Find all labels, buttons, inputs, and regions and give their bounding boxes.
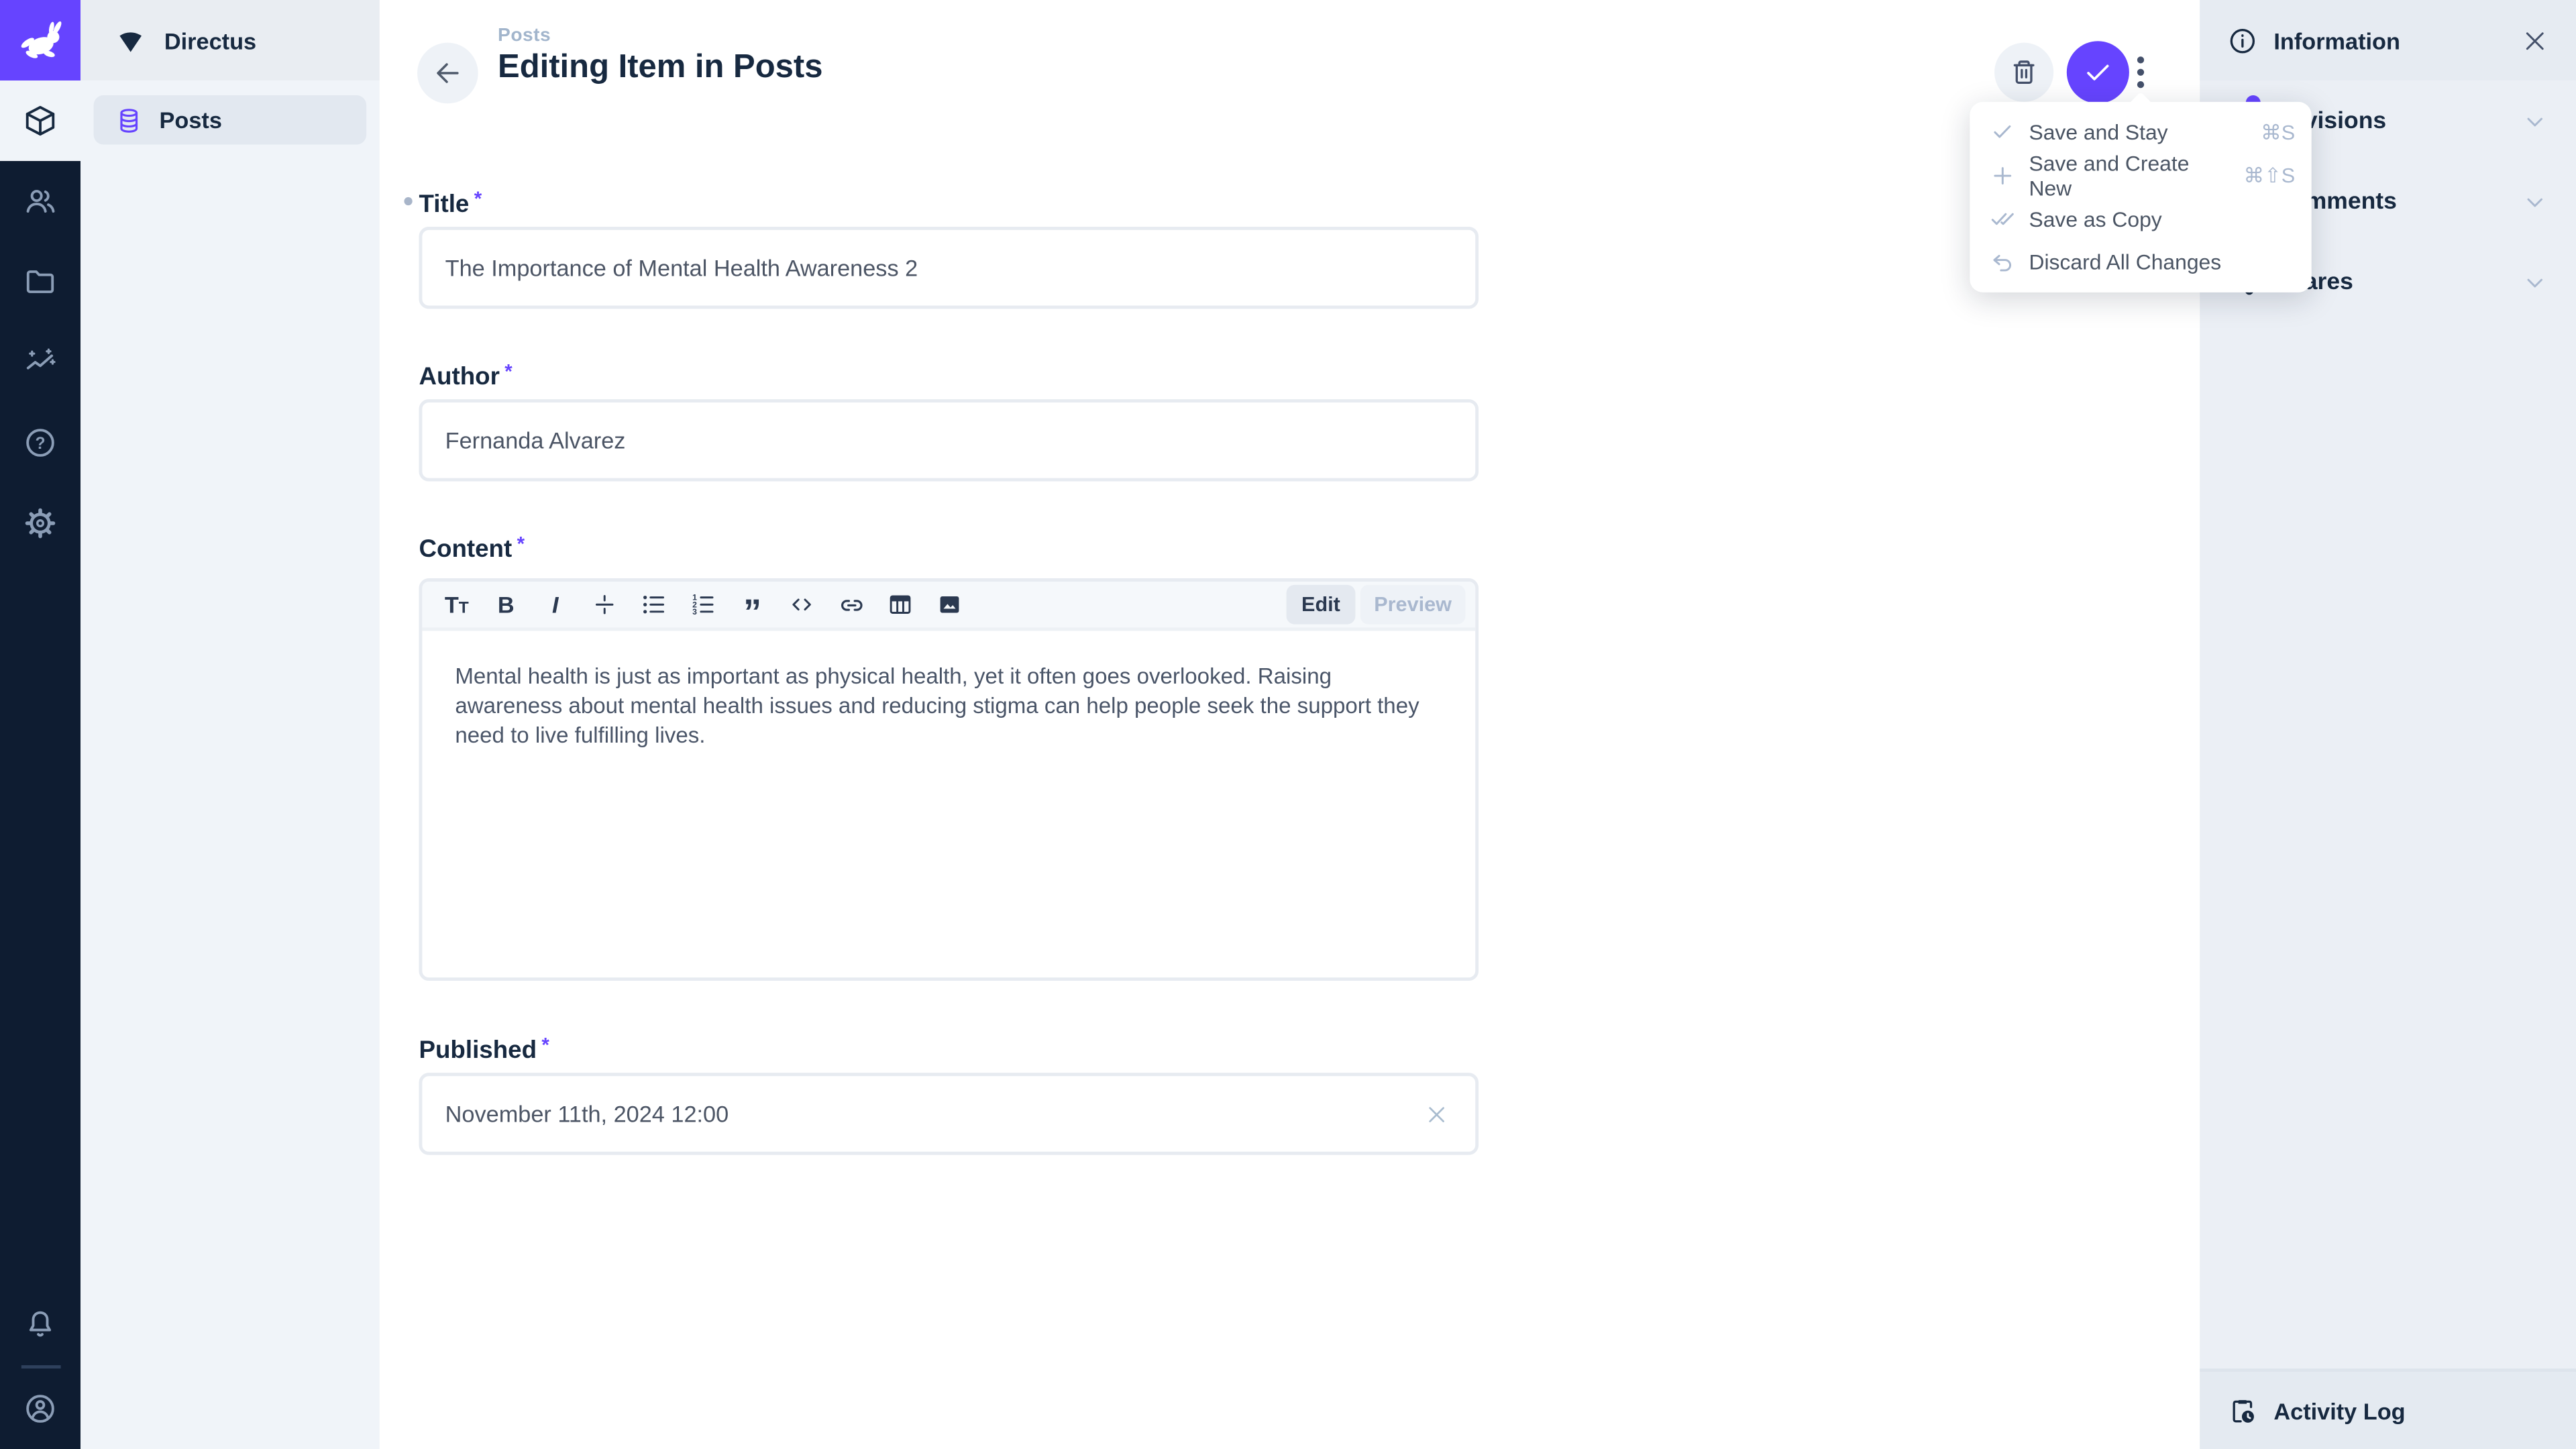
arrow-left-icon — [432, 58, 464, 89]
table-icon[interactable] — [875, 582, 924, 628]
title-field-label: Title* — [419, 187, 482, 219]
project-chooser[interactable]: Directus — [80, 0, 380, 80]
markdown-editor: TT B I 123 ” — [419, 578, 1479, 981]
bell-icon — [23, 1307, 57, 1342]
sidebar-title: Information — [2273, 27, 2400, 53]
people-icon — [23, 184, 57, 218]
activity-log-label: Activity Log — [2273, 1397, 2405, 1424]
link-icon[interactable] — [826, 582, 875, 628]
bold-icon[interactable]: B — [482, 582, 531, 628]
tab-edit[interactable]: Edit — [1287, 585, 1356, 625]
bullet-list-icon[interactable] — [629, 582, 678, 628]
signal-fan-icon — [115, 25, 146, 56]
field-edited-dot — [404, 197, 412, 205]
more-options-button[interactable] — [2123, 48, 2159, 97]
menu-item-save-and-stay[interactable]: Save and Stay ⌘S — [1970, 110, 2311, 154]
module-docs[interactable]: ? — [0, 402, 80, 483]
nav-sidebar: Directus Posts — [80, 0, 380, 1449]
account-button[interactable] — [0, 1368, 80, 1449]
required-asterisk: * — [541, 1033, 549, 1056]
module-insights[interactable] — [0, 322, 80, 402]
required-asterisk: * — [504, 360, 512, 382]
content-text: Mental health is just as important as ph… — [455, 662, 1442, 751]
menu-item-discard-all-changes[interactable]: Discard All Changes — [1970, 241, 2311, 284]
folder-icon — [23, 264, 57, 299]
strikethrough-icon[interactable] — [580, 582, 629, 628]
module-bar: ? — [0, 0, 80, 1449]
delete-button[interactable] — [1994, 43, 2053, 102]
directus-logo[interactable] — [0, 0, 80, 80]
sidebar-header: Information — [2200, 0, 2576, 80]
database-icon — [115, 106, 143, 134]
module-settings[interactable] — [0, 483, 80, 564]
page-title: Editing Item in Posts — [498, 49, 822, 87]
dots-vertical-icon — [2125, 54, 2157, 91]
keyboard-shortcut: ⌘⇧S — [2244, 163, 2296, 188]
notifications-button[interactable] — [0, 1285, 80, 1365]
insights-icon — [23, 345, 57, 379]
module-users[interactable] — [0, 161, 80, 241]
keyboard-shortcut: ⌘S — [2261, 119, 2295, 144]
menu-item-save-as-copy[interactable]: Save as Copy — [1970, 197, 2311, 241]
author-field-label: Author* — [419, 360, 512, 391]
svg-text:3: 3 — [692, 607, 697, 616]
main-content: Posts Editing Item in Posts — [380, 0, 2200, 1449]
chevron-down-icon — [2522, 107, 2548, 133]
required-asterisk: * — [517, 532, 525, 555]
check-icon — [2082, 56, 2114, 89]
save-button[interactable] — [2067, 41, 2129, 103]
check-icon — [1990, 119, 2016, 145]
numbered-list-icon[interactable]: 123 — [678, 582, 727, 628]
code-icon[interactable] — [777, 582, 826, 628]
directus-rabbit-icon — [12, 12, 68, 68]
help-icon: ? — [23, 425, 57, 460]
title-input[interactable] — [419, 227, 1479, 309]
breadcrumb[interactable]: Posts — [498, 26, 551, 46]
heading-icon[interactable]: TT — [432, 582, 481, 628]
author-input[interactable] — [419, 399, 1479, 481]
required-asterisk: * — [474, 187, 482, 210]
trash-icon — [2009, 58, 2039, 87]
content-field-label: Content* — [419, 532, 525, 564]
menu-item-save-and-create-new[interactable]: Save and Create New ⌘⇧S — [1970, 154, 2311, 197]
chevron-down-icon — [2522, 188, 2548, 214]
image-icon[interactable] — [925, 582, 974, 628]
activity-log-button[interactable]: Activity Log — [2200, 1368, 2576, 1449]
chevron-down-icon — [2522, 268, 2548, 294]
tab-preview[interactable]: Preview — [1360, 585, 1466, 625]
editor-textarea[interactable]: Mental health is just as important as ph… — [422, 631, 1475, 782]
double-check-icon — [1990, 206, 2016, 232]
editor-tabs: Edit Preview — [1287, 585, 1469, 625]
gear-icon — [23, 506, 57, 540]
box-icon — [23, 103, 57, 138]
info-icon — [2228, 25, 2257, 55]
published-field-label: Published* — [419, 1033, 549, 1065]
plus-icon — [1990, 162, 2016, 189]
svg-text:?: ? — [35, 435, 45, 453]
clear-date-icon[interactable] — [1424, 1102, 1449, 1127]
project-name: Directus — [164, 27, 256, 53]
save-options-menu: Save and Stay ⌘S Save and Create New ⌘⇧S… — [1970, 102, 2311, 292]
module-content[interactable] — [0, 80, 80, 161]
italic-icon[interactable]: I — [531, 582, 580, 628]
module-files[interactable] — [0, 241, 80, 322]
back-button[interactable] — [417, 43, 478, 104]
published-input[interactable] — [419, 1073, 1479, 1155]
close-icon[interactable] — [2522, 27, 2548, 53]
nav-item-label: Posts — [160, 107, 222, 133]
editor-toolbar: TT B I 123 ” — [422, 582, 1475, 631]
blockquote-icon[interactable]: ” — [728, 582, 777, 628]
undo-icon — [1990, 250, 2016, 276]
activity-log-icon — [2228, 1395, 2257, 1425]
sidebar-item-posts[interactable]: Posts — [94, 95, 367, 144]
directus-app: ? — [0, 0, 2576, 1449]
account-circle-icon — [23, 1391, 57, 1426]
